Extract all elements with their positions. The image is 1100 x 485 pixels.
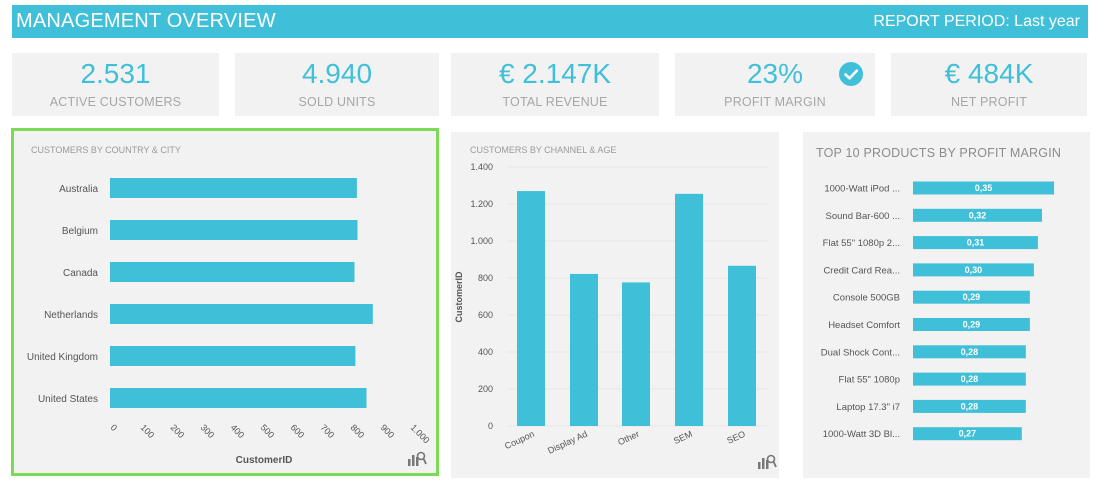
tick-label: 800 — [349, 422, 367, 440]
product-label: Dual Shock Cont... — [821, 347, 900, 358]
dashboard-header: MANAGEMENT OVERVIEW REPORT PERIOD: Last … — [12, 5, 1088, 38]
tick-label: 0 — [488, 421, 493, 431]
bar — [110, 178, 357, 198]
kpi-net-profit: € 484K NET PROFIT — [891, 53, 1087, 116]
data-label: 0,30 — [965, 265, 983, 275]
category-label: Netherlands — [44, 310, 98, 321]
country-chart: Australia Belgium Canada Netherlands United … — [27, 178, 432, 466]
bar — [110, 220, 358, 240]
bar — [675, 193, 703, 426]
kpi-sold-units: 4.940 SOLD UNITS — [235, 53, 439, 116]
data-label: 0,31 — [967, 238, 985, 248]
data-label: 0,28 — [961, 347, 979, 357]
category-label: Australia — [59, 184, 98, 195]
kpi-label: SOLD UNITS — [298, 95, 376, 109]
kpi-profit-margin: 23% PROFIT MARGIN — [675, 53, 875, 116]
tick-label: 500 — [259, 422, 277, 440]
dashboard-title: MANAGEMENT OVERVIEW — [16, 10, 276, 32]
category-label: SEM — [672, 429, 694, 446]
data-label: 0,35 — [975, 183, 993, 193]
data-label: 0,32 — [969, 210, 987, 220]
tick-label: 1.000 — [409, 422, 432, 445]
tick-label: 1.400 — [470, 162, 493, 172]
bar — [110, 346, 356, 366]
category-label: United Kingdom — [27, 352, 98, 363]
chart-explore-icon[interactable] — [757, 452, 777, 470]
bar — [110, 388, 367, 408]
product-label: Flat 55" 1080p — [839, 375, 900, 386]
tick-label: 700 — [319, 422, 337, 440]
bar — [570, 273, 598, 426]
data-label: 0,28 — [961, 401, 979, 411]
kpi-label: NET PROFIT — [950, 95, 1028, 109]
bar — [110, 304, 373, 324]
tick-label: 100 — [139, 422, 157, 440]
tick-label: 400 — [478, 347, 493, 357]
product-label: 1000-Watt 3D Bl... — [823, 429, 900, 440]
check-circle-icon — [839, 62, 863, 86]
report-period[interactable]: REPORT PERIOD: Last year — [873, 13, 1080, 31]
data-label: 0,27 — [959, 429, 977, 439]
kpi-value: 2.531 — [80, 58, 151, 89]
category-label: Other — [616, 429, 641, 448]
tick-label: 1.000 — [470, 236, 493, 246]
chart-explore-icon[interactable] — [407, 449, 427, 467]
tick-label: 200 — [169, 422, 187, 440]
products-chart-panel[interactable]: TOP 10 PRODUCTS BY PROFIT MARGIN 1000-Wa… — [803, 132, 1090, 478]
kpi-active-customers: 2.531 ACTIVE CUSTOMERS — [12, 53, 219, 116]
product-label: Credit Card Rea... — [823, 265, 900, 276]
category-label: SEO — [725, 429, 746, 446]
bar — [517, 191, 545, 426]
product-label: Headset Comfort — [828, 320, 900, 331]
kpi-label: PROFIT MARGIN — [724, 95, 826, 109]
product-label: 1000-Watt iPod ... — [824, 184, 900, 195]
tick-label: 1.200 — [470, 199, 493, 209]
kpi-label: TOTAL REVENUE — [502, 95, 608, 109]
tick-label: 400 — [229, 422, 247, 440]
category-label: Belgium — [62, 226, 98, 237]
data-label: 0,29 — [963, 320, 981, 330]
bar — [110, 262, 355, 282]
channel-chart: 0 200 400 600 800 1.000 1.200 1.400 CustomerID Co… — [454, 162, 769, 456]
kpi-value: € 2.147K — [498, 58, 612, 89]
bar — [728, 265, 756, 426]
axis-label: CustomerID — [454, 271, 464, 323]
bar — [622, 282, 650, 426]
kpi-total-revenue: € 2.147K TOTAL REVENUE — [451, 53, 659, 116]
kpi-value: 4.940 — [301, 58, 373, 89]
data-label: 0,29 — [963, 292, 981, 302]
category-label: Coupon — [503, 429, 536, 451]
category-label: United States — [38, 394, 98, 405]
channel-chart-panel[interactable]: CUSTOMERS BY CHANNEL & AGE 0 200 400 600 800… — [451, 132, 779, 478]
tick-label: 900 — [379, 422, 397, 440]
tick-label: 800 — [478, 273, 493, 283]
tick-label: 0 — [109, 422, 120, 433]
product-label: Laptop 17.3" i7 — [836, 402, 900, 413]
data-label: 0,28 — [961, 374, 979, 384]
kpi-value: € 484K — [944, 58, 1034, 89]
category-label: Display Ad — [546, 429, 589, 456]
country-chart-panel[interactable]: CUSTOMERS BY COUNTRY & CITY Australia Bel… — [11, 128, 439, 476]
tick-label: 300 — [199, 422, 217, 440]
products-chart: 1000-Watt iPod ... 0,35 Sound Bar-600 ... 0… — [821, 181, 1055, 441]
axis-label: CustomerID — [236, 455, 293, 466]
category-label: Canada — [63, 268, 98, 279]
product-label: Sound Bar-600 ... — [826, 211, 900, 222]
product-label: Flat 55" 1080p 2... — [823, 238, 900, 249]
tick-label: 600 — [289, 422, 307, 440]
tick-label: 600 — [478, 310, 493, 320]
kpi-label: ACTIVE CUSTOMERS — [49, 95, 182, 109]
product-label: Console 500GB — [833, 293, 900, 304]
tick-label: 200 — [478, 384, 493, 394]
